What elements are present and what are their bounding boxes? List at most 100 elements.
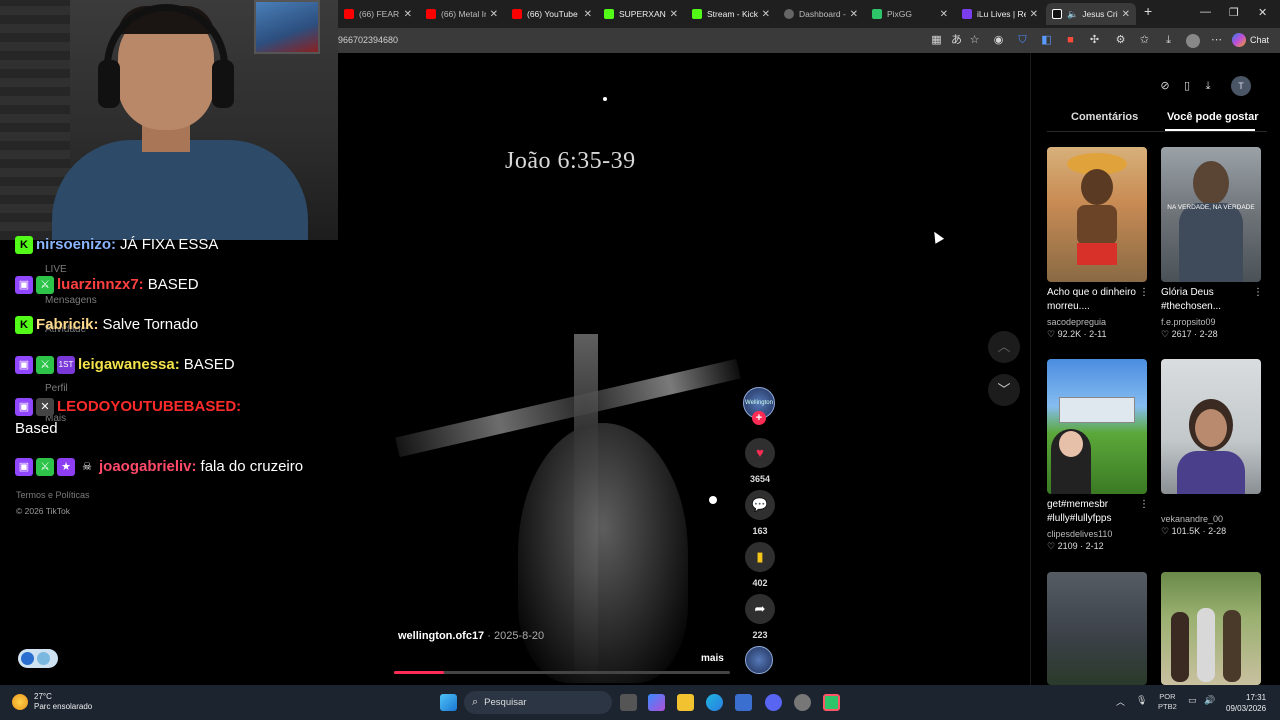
terms-link[interactable]: Termos e Políticas [16,490,90,500]
recommended-video-card[interactable]: get#memesbr #lully#lullyfpps clipesdeliv… [1047,359,1149,552]
steam-icon[interactable] [794,694,811,711]
store-icon[interactable] [735,694,752,711]
compass-icon[interactable]: ⊘ [1157,78,1173,94]
tray-chevron-icon[interactable]: ︿ [1116,695,1125,708]
weather-widget[interactable]: 27°C Parc ensolarado [12,692,92,712]
recommended-video-card[interactable] [1161,572,1263,685]
browser-tab-7[interactable]: PixGG ✕ [866,3,954,25]
recommended-video-card[interactable]: Acho que o dinheiro morreu.... sacodepre… [1047,147,1149,340]
edge-icon[interactable] [706,694,723,711]
keyboard-layout[interactable]: POR PTB2 [1158,692,1177,712]
file-explorer-icon[interactable] [677,694,694,711]
follow-plus-icon[interactable]: + [752,411,766,425]
save-button[interactable]: ▮ [745,542,775,572]
url-field[interactable]: 966702394680 [338,35,398,45]
recommended-video-card[interactable]: NA VERDADE, NA VERDADE Glória Deus #thec… [1161,147,1263,340]
browser-tab-4[interactable]: SUPERXANDA ✕ [598,3,684,25]
translate-extension-icon[interactable]: ◧ [1040,34,1053,47]
tab-recommended[interactable]: Você pode gostar [1167,111,1258,123]
sidebar-live-link[interactable]: LIVE [45,264,67,275]
extension-icon[interactable]: ◉ [992,34,1005,47]
close-tab-icon[interactable]: ✕ [670,9,678,20]
floating-toggle[interactable] [18,649,58,668]
video-thumbnail[interactable]: NA VERDADE, NA VERDADE [1161,147,1261,282]
copilot-chat-button[interactable]: Chat [1232,33,1269,47]
browser-tab-6[interactable]: Dashboard - L ✕ [778,3,864,25]
new-tab-button[interactable]: + [1144,3,1152,19]
close-tab-icon[interactable]: ✕ [404,9,412,20]
share-button[interactable]: ➦ [745,594,775,624]
card-title[interactable]: Acho que o dinheiro morreu.... [1047,286,1137,314]
taskbar-search[interactable]: ⌕ Pesquisar [464,691,612,714]
close-tab-icon[interactable]: ✕ [1030,9,1038,20]
close-tab-icon[interactable]: ✕ [850,9,858,20]
download-icon[interactable]: ⤓ [1162,34,1175,47]
card-title[interactable]: get#memesbr #lully#lullyfpps [1047,498,1137,526]
browser-tab-5[interactable]: Stream - Kick D ✕ [686,3,776,25]
close-tab-icon[interactable]: ✕ [1122,9,1130,20]
adblock-icon[interactable]: ■ [1064,34,1077,47]
sidebar-profile-link[interactable]: Perfil [45,383,68,394]
video-thumbnail[interactable] [1161,359,1261,494]
card-username[interactable]: clipesdelives110 [1047,529,1149,539]
video-thumbnail[interactable] [1047,572,1147,685]
close-tab-icon[interactable]: ✕ [584,9,592,20]
tiktok-video-player[interactable]: João 6:35-39 wellington.ofc17 · 2025-8-2… [338,53,1030,685]
maximize-button[interactable]: ❐ [1229,6,1239,19]
browser-tab-active[interactable]: 🔈 Jesus Cris ✕ [1046,3,1136,25]
video-thumbnail[interactable] [1047,147,1147,282]
minimize-button[interactable]: — [1200,6,1211,18]
task-view-icon[interactable] [620,694,637,711]
music-disc-avatar[interactable] [745,646,773,674]
close-tab-icon[interactable]: ✕ [490,9,498,20]
phone-icon[interactable]: ▯ [1179,78,1195,94]
card-more-icon[interactable]: ⋮ [1139,287,1149,298]
app-icon[interactable]: ▦ [930,34,943,47]
obs-app-icon[interactable] [823,694,840,711]
system-clock[interactable]: 17:31 09/03/2026 [1226,692,1266,714]
card-username[interactable]: f.e.propsito09 [1161,317,1263,327]
author-name[interactable]: wellington.ofc17 [398,630,484,642]
close-tab-icon[interactable]: ✕ [940,9,948,20]
microphone-icon[interactable]: 🎙 [1136,695,1147,706]
close-tab-icon[interactable]: ✕ [762,9,770,20]
shield-icon[interactable]: ⛉ [1016,34,1029,47]
windows-start-icon[interactable] [440,694,457,711]
favorites-icon[interactable]: ✩ [1138,34,1151,47]
volume-icon[interactable]: 🔊 [1204,695,1215,706]
browser-tab-3[interactable]: (66) YouTube ✕ [506,3,598,25]
card-username[interactable]: sacodepreguia [1047,317,1149,327]
close-window-button[interactable]: ✕ [1258,6,1267,19]
puzzle-icon[interactable]: ✣ [1088,34,1101,47]
previous-video-button[interactable]: ︿ [988,331,1020,363]
sidebar-messages-link[interactable]: Mensagens [45,295,97,306]
download-icon[interactable]: ⤓ [1200,78,1216,94]
browser-tab-2[interactable]: (66) Metal Inst ✕ [420,3,504,25]
profile-avatar[interactable] [1186,34,1200,48]
video-progress-bar[interactable] [394,671,730,674]
video-author[interactable]: wellington.ofc17 · 2025-8-20 [398,630,544,642]
comment-button[interactable]: 💬 [745,490,775,520]
recommended-video-card[interactable]: vekanandre_00 ♡ 101.5K · 2-28 [1161,359,1263,537]
like-button[interactable]: ♥ [745,438,775,468]
next-video-button[interactable]: ﹀ [988,374,1020,406]
copilot-taskbar-icon[interactable] [648,694,665,711]
more-button[interactable]: mais [701,653,724,664]
tab-comments[interactable]: Comentários [1071,111,1138,123]
card-more-icon[interactable]: ⋮ [1139,499,1149,510]
card-more-icon[interactable]: ⋮ [1253,287,1263,298]
translate-icon[interactable]: あ [950,34,963,47]
browser-tab-8[interactable]: iLu Lives | Rea ✕ [956,3,1044,25]
network-icon[interactable]: ▭ [1188,695,1197,706]
browser-tab-1[interactable]: (66) FEAR THE ✕ [338,3,418,25]
card-username[interactable]: vekanandre_00 [1161,514,1263,524]
video-thumbnail[interactable] [1161,572,1261,685]
user-avatar[interactable]: T [1231,76,1251,96]
video-thumbnail[interactable] [1047,359,1147,494]
card-title[interactable]: Glória Deus #thechosen... [1161,286,1251,314]
split-screen-icon[interactable]: ⚙ [1114,34,1127,47]
speaker-icon[interactable]: 🔈 [1067,9,1078,20]
more-menu-icon[interactable]: ⋯ [1210,34,1223,47]
favorite-star-icon[interactable]: ☆ [968,34,981,47]
discord-icon[interactable] [765,694,782,711]
